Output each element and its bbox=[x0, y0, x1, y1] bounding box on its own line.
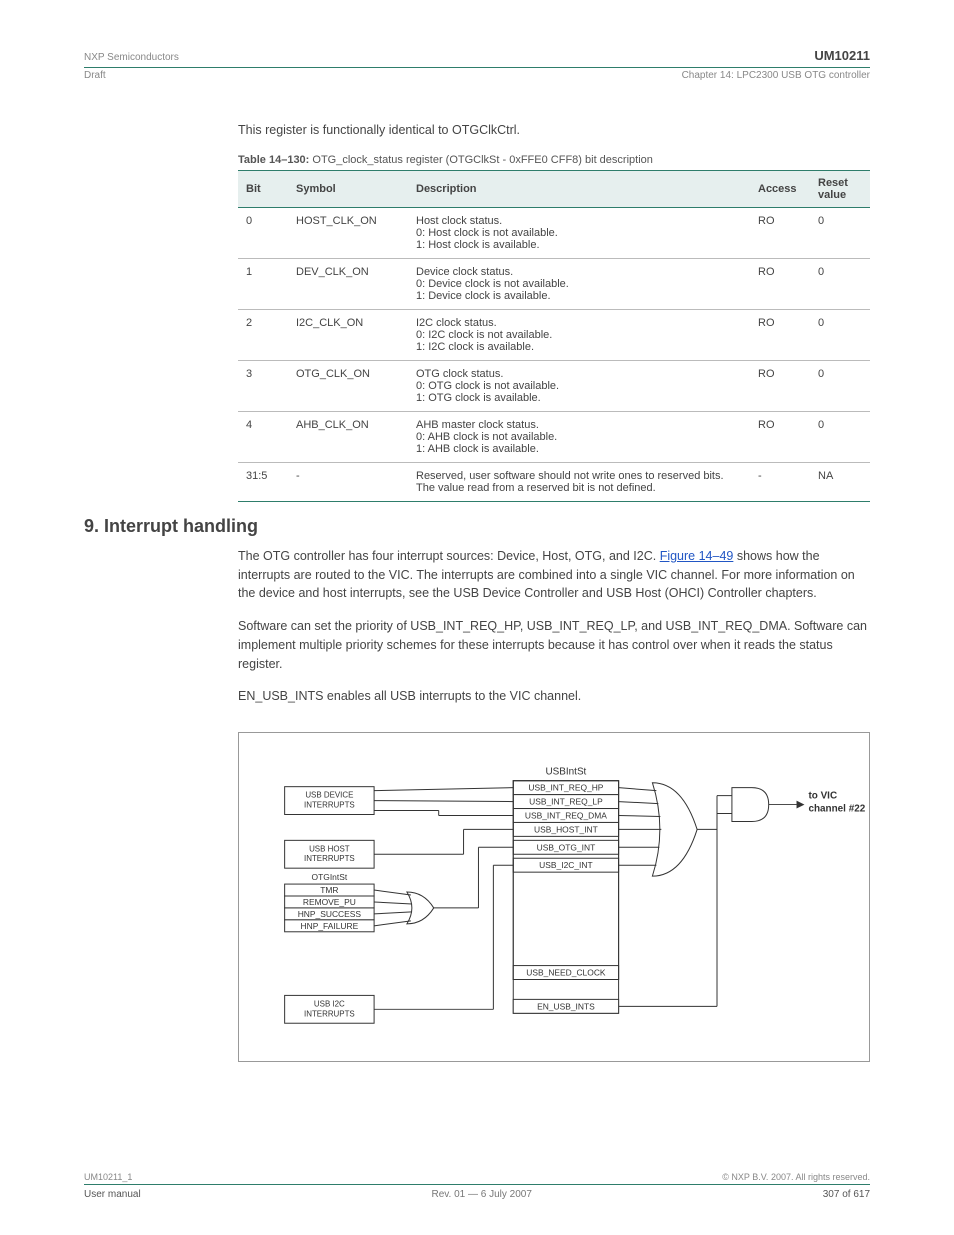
table-cell: RO bbox=[750, 411, 810, 462]
header-draft: Draft bbox=[84, 70, 106, 81]
table-cell: I2C_CLK_ON bbox=[288, 309, 408, 360]
table-caption-title: OTG_clock_status register (OTGClkSt - 0x… bbox=[312, 154, 652, 166]
figure-14-49: USBIntSt USB_INT_REQ_HP USB_INT_REQ_LP U… bbox=[238, 732, 870, 1062]
table-cell: NA bbox=[810, 462, 870, 501]
table-14-130: Table 14–130: OTG_clock_status register … bbox=[238, 154, 870, 502]
table-cell: RO bbox=[750, 207, 810, 258]
table-row: 1DEV_CLK_ONDevice clock status. 0: Devic… bbox=[238, 258, 870, 309]
table-cell: 0 bbox=[810, 309, 870, 360]
table-cell: OTG clock status. 0: OTG clock is not av… bbox=[408, 360, 750, 411]
table-cell: - bbox=[288, 462, 408, 501]
intro-paragraph: This register is functionally identical … bbox=[238, 121, 870, 140]
register-table: Bit Symbol Description Access Reset valu… bbox=[238, 170, 870, 502]
table-row: 0HOST_CLK_ONHost clock status. 0: Host c… bbox=[238, 207, 870, 258]
table-cell: 31:5 bbox=[238, 462, 288, 501]
and-gate-icon bbox=[732, 788, 769, 822]
table-row: 3OTG_CLK_ONOTG clock status. 0: OTG cloc… bbox=[238, 360, 870, 411]
table-cell: 4 bbox=[238, 411, 288, 462]
header-docid: UM10211 bbox=[814, 48, 870, 63]
table-cell: 1 bbox=[238, 258, 288, 309]
section-heading-interrupt-handling: 9. Interrupt handling bbox=[84, 516, 870, 537]
footer-doc: UM10211_1 bbox=[84, 1172, 132, 1182]
fig-to-vic-2: channel #22 bbox=[808, 804, 865, 815]
fig-otg-row-2: HNP_SUCCESS bbox=[298, 909, 362, 919]
figure-link[interactable]: Figure 14–49 bbox=[660, 549, 734, 563]
table-cell: 0 bbox=[810, 258, 870, 309]
table-cell: 0 bbox=[810, 360, 870, 411]
header-chapter: Chapter 14: LPC2300 USB OTG controller bbox=[682, 70, 870, 81]
fig-usbintst-title: USBIntSt bbox=[546, 767, 587, 778]
th-symbol: Symbol bbox=[288, 170, 408, 207]
table-cell: 0 bbox=[810, 207, 870, 258]
fig-to-vic-1: to VIC bbox=[808, 791, 837, 802]
fig-usb-device-2: INTERRUPTS bbox=[304, 801, 355, 810]
section9-p3: EN_USB_INTS enables all USB interrupts t… bbox=[238, 687, 870, 706]
fig-en-usb-ints: EN_USB_INTS bbox=[537, 1001, 595, 1011]
fig-usb-i2c-1: USB I2C bbox=[314, 999, 345, 1008]
p1-text-a: The OTG controller has four interrupt so… bbox=[238, 549, 660, 563]
footer-rev: Rev. 01 — 6 July 2007 bbox=[141, 1189, 823, 1200]
fig-reg-5: USB_I2C_INT bbox=[539, 860, 592, 870]
fig-otg-row-1: REMOVE_PU bbox=[303, 897, 356, 907]
fig-otg-row-3: HNP_FAILURE bbox=[301, 921, 359, 931]
table-cell: HOST_CLK_ON bbox=[288, 207, 408, 258]
table-caption-label: Table 14–130: bbox=[238, 154, 309, 166]
fig-reg-1: USB_INT_REQ_LP bbox=[529, 797, 603, 807]
fig-usb-i2c-2: INTERRUPTS bbox=[304, 1009, 355, 1018]
table-cell: 3 bbox=[238, 360, 288, 411]
fig-need-clock: USB_NEED_CLOCK bbox=[526, 968, 606, 978]
table-cell: DEV_CLK_ON bbox=[288, 258, 408, 309]
footer-copy: © NXP B.V. 2007. All rights reserved. bbox=[722, 1172, 870, 1182]
th-access: Access bbox=[750, 170, 810, 207]
fig-reg-0: USB_INT_REQ_HP bbox=[528, 783, 603, 793]
table-row: 2I2C_CLK_ONI2C clock status. 0: I2C cloc… bbox=[238, 309, 870, 360]
fig-reg-3: USB_HOST_INT bbox=[534, 824, 598, 834]
header-rule bbox=[84, 67, 870, 68]
table-cell: RO bbox=[750, 360, 810, 411]
fig-reg-4: USB_OTG_INT bbox=[537, 842, 596, 852]
th-description: Description bbox=[408, 170, 750, 207]
arrow-icon bbox=[797, 801, 805, 809]
table-cell: 0 bbox=[810, 411, 870, 462]
table-cell: RO bbox=[750, 258, 810, 309]
table-cell: 2 bbox=[238, 309, 288, 360]
section9-p1: The OTG controller has four interrupt so… bbox=[238, 547, 870, 603]
or-gate-otg-icon bbox=[407, 892, 434, 924]
th-reset: Reset value bbox=[810, 170, 870, 207]
table-cell: - bbox=[750, 462, 810, 501]
table-cell: AHB master clock status. 0: AHB clock is… bbox=[408, 411, 750, 462]
table-cell: Device clock status. 0: Device clock is … bbox=[408, 258, 750, 309]
footer-page: 307 of 617 bbox=[823, 1189, 870, 1200]
footer-um: User manual bbox=[84, 1189, 141, 1200]
fig-otgintst-title: OTGIntSt bbox=[312, 872, 348, 882]
table-caption: Table 14–130: OTG_clock_status register … bbox=[238, 154, 870, 166]
fig-usb-host-2: INTERRUPTS bbox=[304, 854, 355, 863]
header-vendor: NXP Semiconductors bbox=[84, 52, 179, 63]
table-cell: OTG_CLK_ON bbox=[288, 360, 408, 411]
section9-p2: Software can set the priority of USB_INT… bbox=[238, 617, 870, 673]
table-cell: RO bbox=[750, 309, 810, 360]
fig-usb-device-1: USB DEVICE bbox=[305, 791, 353, 800]
fig-otg-row-0: TMR bbox=[320, 885, 338, 895]
th-bit: Bit bbox=[238, 170, 288, 207]
table-cell: I2C clock status. 0: I2C clock is not av… bbox=[408, 309, 750, 360]
table-cell: Host clock status. 0: Host clock is not … bbox=[408, 207, 750, 258]
table-row: 31:5-Reserved, user software should not … bbox=[238, 462, 870, 501]
table-cell: Reserved, user software should not write… bbox=[408, 462, 750, 501]
fig-reg-2: USB_INT_REQ_DMA bbox=[525, 810, 607, 820]
fig-usb-host-1: USB HOST bbox=[309, 844, 350, 853]
table-row: 4AHB_CLK_ONAHB master clock status. 0: A… bbox=[238, 411, 870, 462]
table-cell: AHB_CLK_ON bbox=[288, 411, 408, 462]
table-cell: 0 bbox=[238, 207, 288, 258]
